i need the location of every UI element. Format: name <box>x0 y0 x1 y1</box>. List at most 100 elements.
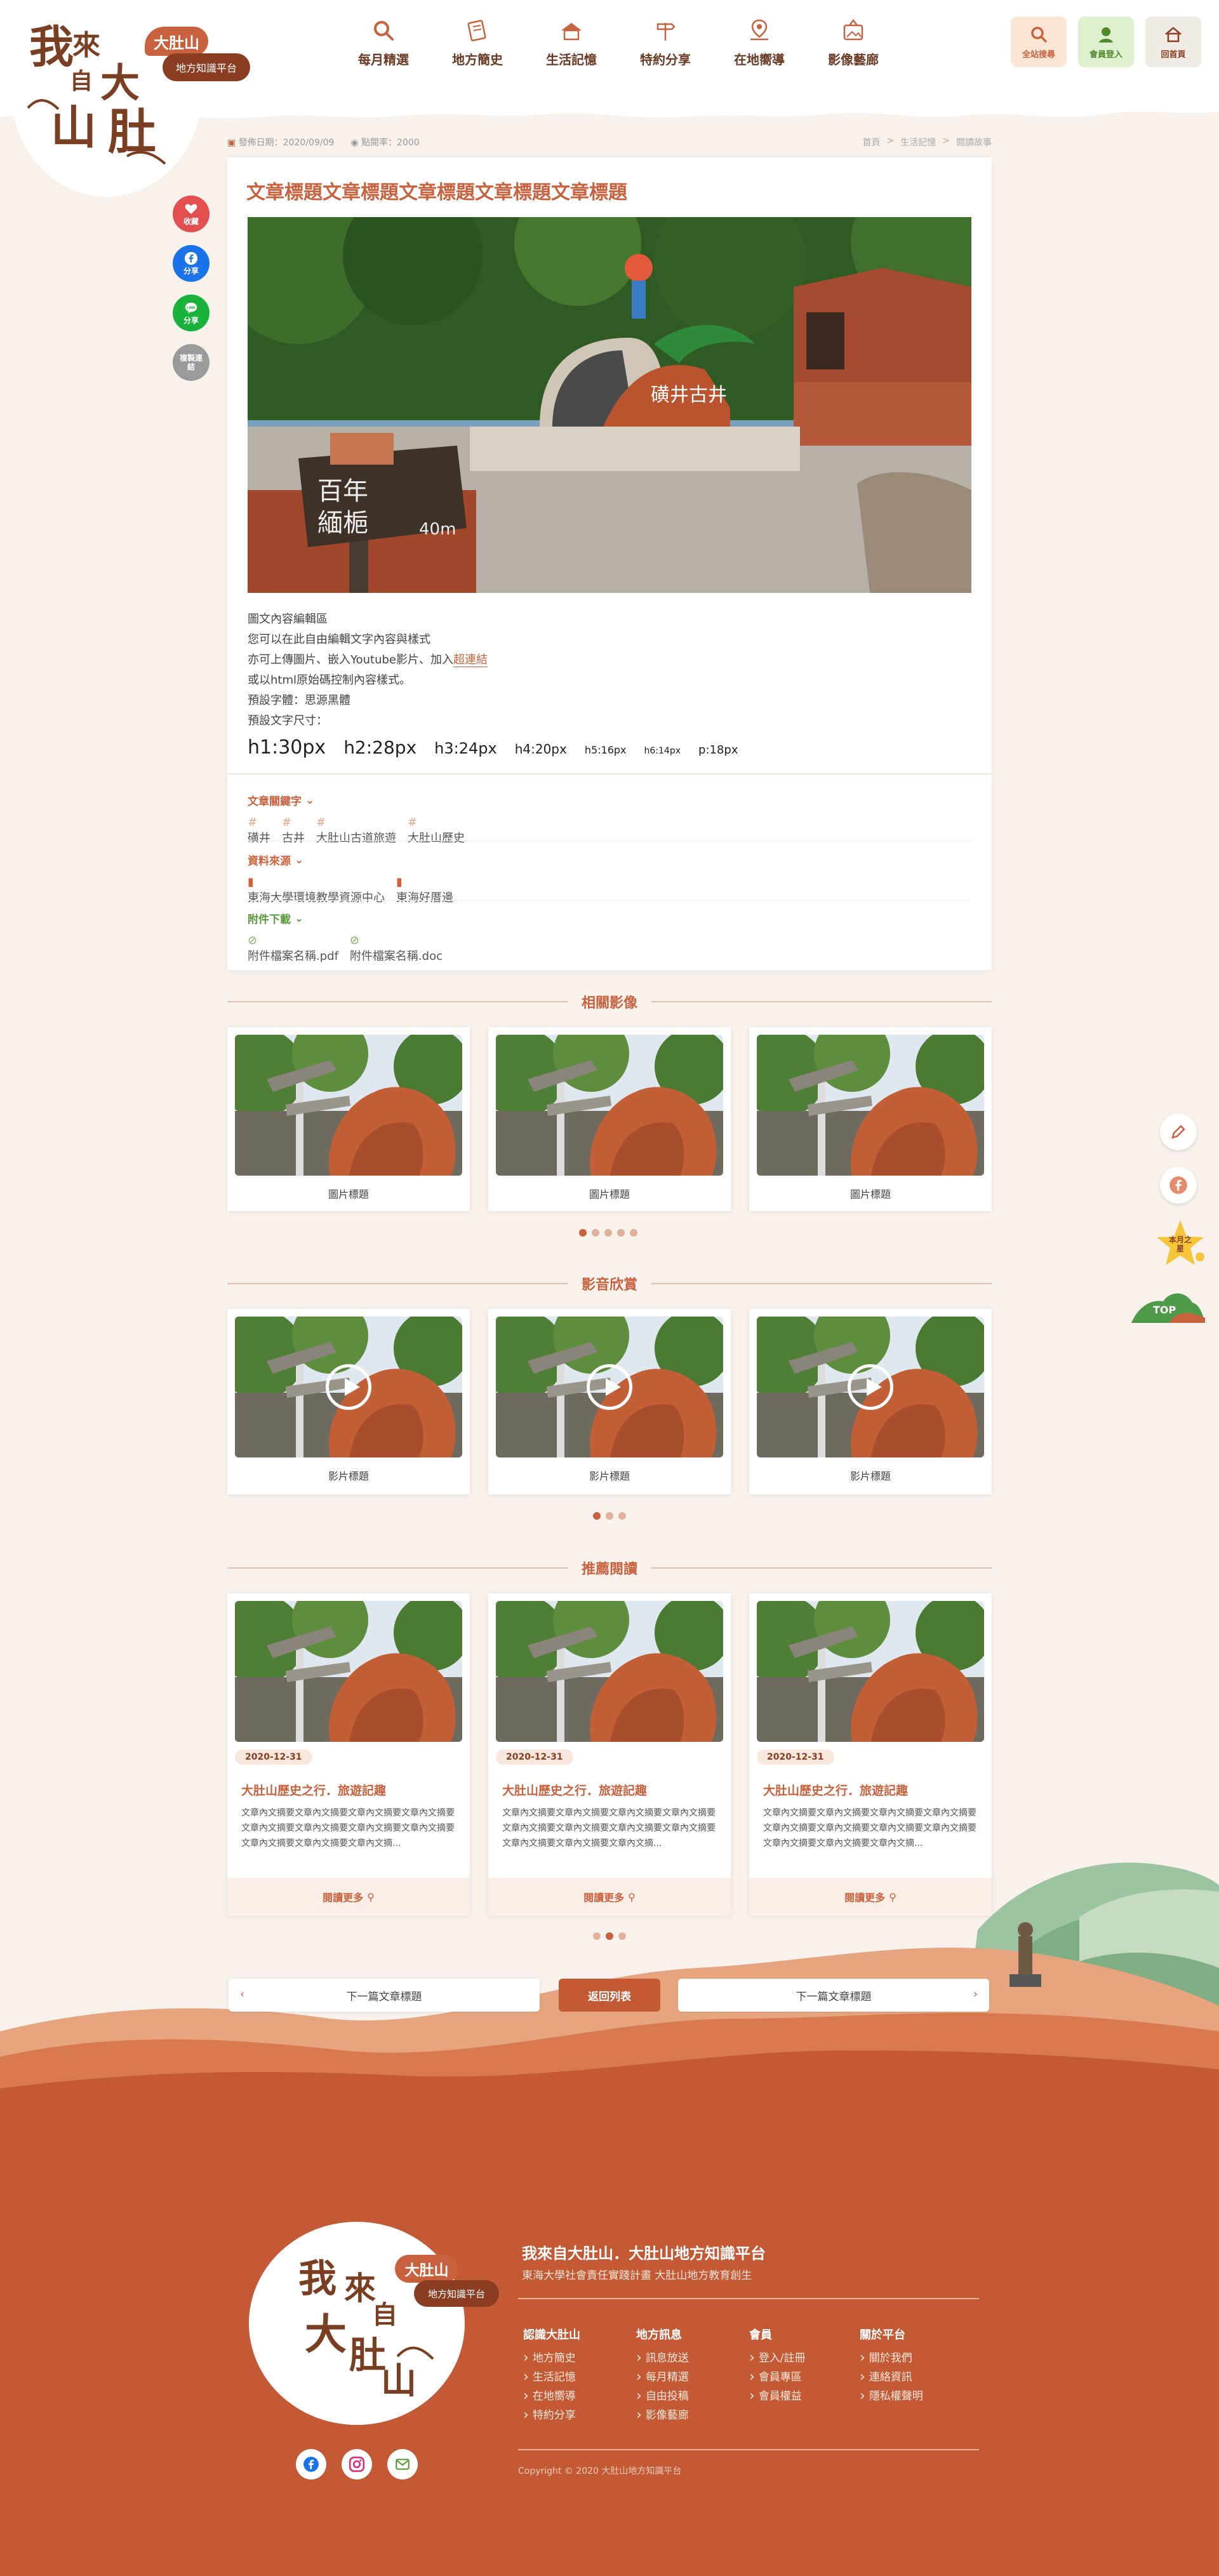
play-icon[interactable] <box>587 1364 632 1410</box>
copy-link-button[interactable]: 複製連結 <box>173 344 210 381</box>
logo-badge-platform: 地方知識平台 <box>163 53 250 81</box>
footer-link[interactable]: 每月精選 <box>636 2368 689 2387</box>
footer-subtitle: 東海大學社會責任實踐計畫 大肚山地方教育創生 <box>522 2269 752 2282</box>
back-to-list-button[interactable]: 返回列表 <box>559 1979 660 2012</box>
play-icon[interactable] <box>326 1364 371 1410</box>
footer-link[interactable]: 訊息放送 <box>636 2349 689 2368</box>
attachments-section: 附件下載 ⌄ ⊘ 附件檔案名稱.pdf ⊘ 附件檔案名稱.doc <box>248 910 443 964</box>
heart-icon <box>185 204 197 214</box>
site-footer <box>0 2095 1219 2576</box>
home-icon <box>1165 26 1182 42</box>
footer-link[interactable]: 特約分享 <box>523 2406 580 2425</box>
chevron-down-icon: ⌄ <box>295 912 304 925</box>
related-image-card[interactable]: 圖片標題 <box>488 1027 731 1211</box>
line-share-button[interactable]: LINE 分享 <box>173 295 210 331</box>
monthly-star-button[interactable]: 本月之星 <box>1153 1216 1208 1271</box>
pagination-dot[interactable] <box>579 1229 587 1237</box>
footer-link[interactable]: 隱私權聲明 <box>860 2387 923 2406</box>
attachment-link[interactable]: ⊘ 附件檔案名稱.doc <box>350 934 443 964</box>
facebook-share-button[interactable]: 分享 <box>173 245 210 282</box>
footer-title: 我來自大肚山．大肚山地方知識平台 <box>522 2245 766 2262</box>
hash-icon: # <box>316 816 326 829</box>
prev-article-button[interactable]: ‹ 下一篇文章標題 <box>229 1979 540 2012</box>
footer-link[interactable]: 地方簡史 <box>523 2349 580 2368</box>
footer-link[interactable]: 自由投稿 <box>636 2387 689 2406</box>
book-icon: ▮ <box>396 875 403 889</box>
card-photo <box>235 1601 462 1742</box>
videos-pagination <box>593 1512 626 1520</box>
h3-sample: h3:24px <box>434 740 497 757</box>
post-title: 大肚山歷史之行．旅遊記趣 <box>241 1784 387 1798</box>
pagination-dot[interactable] <box>630 1229 637 1237</box>
copyright: Copyright © 2020 大肚山地方知識平台 <box>518 2466 682 2476</box>
footer-link[interactable]: 會員專區 <box>749 2368 806 2387</box>
sources-heading[interactable]: 資料來源 ⌄ <box>248 852 453 868</box>
related-images-heading: 相關影像 <box>227 989 992 1014</box>
sources-section: 資料來源 ⌄ ▮ 東海大學環境教學資源中心 ▮ 東海好厝邊 <box>248 852 453 905</box>
breadcrumb-home[interactable]: 首頁 <box>863 136 881 149</box>
hyperlink[interactable]: 超連結 <box>453 653 488 667</box>
back-to-top-button[interactable]: TOP <box>1131 1282 1205 1325</box>
line-share-label: 分享 <box>183 315 199 325</box>
card-photo <box>235 1035 462 1176</box>
footer-link[interactable]: 登入/註冊 <box>749 2349 806 2368</box>
footer-column-heading: 認識大肚山 <box>523 2328 580 2342</box>
video-card[interactable]: 影片標題 <box>227 1309 470 1494</box>
keyword-text: 大肚山古道旅遊 <box>316 832 396 845</box>
footer-email-button[interactable] <box>387 2449 418 2480</box>
next-article-button[interactable]: 下一篇文章標題 › <box>678 1979 989 2012</box>
nav-item-monthly[interactable]: 每月精選 <box>336 18 430 68</box>
pagination-dot[interactable] <box>617 1229 625 1237</box>
nav-item-gallery[interactable]: 影像藝廊 <box>806 18 900 68</box>
footer-link[interactable]: 會員權益 <box>749 2387 806 2406</box>
nav-label: 生活記憶 <box>546 52 597 67</box>
footer-badge-dadushan: 大肚山 <box>395 2255 458 2283</box>
footer-facebook-button[interactable] <box>296 2449 326 2480</box>
nav-item-memory[interactable]: 生活記憶 <box>524 18 618 68</box>
card-caption: 影片標題 <box>589 1470 630 1482</box>
member-login-button[interactable]: 會員登入 <box>1078 17 1134 67</box>
main-nav: 每月精選 地方簡史 生活記憶 特約分享 在地嚮導 影像藝廊 <box>336 18 900 68</box>
card-caption: 圖片標題 <box>328 1188 369 1200</box>
nav-item-history[interactable]: 地方簡史 <box>430 18 524 68</box>
publish-date: ▣ 發佈日期：2020/09/09 <box>227 136 334 149</box>
attachment-name: 附件檔案名稱.pdf <box>248 950 338 963</box>
footer-link[interactable]: 影像藝廊 <box>636 2406 689 2425</box>
body-line: 或以html原始碼控制內容樣式。 <box>248 674 411 687</box>
pagination-dot[interactable] <box>606 1512 613 1520</box>
play-icon[interactable] <box>848 1364 893 1410</box>
footer-link[interactable]: 關於我們 <box>860 2349 923 2368</box>
attachment-link[interactable]: ⊘ 附件檔案名稱.pdf <box>248 934 338 964</box>
breadcrumb-category[interactable]: 生活記憶 <box>900 136 936 149</box>
video-card[interactable]: 影片標題 <box>488 1309 731 1494</box>
source-text: 東海好厝邊 <box>396 891 453 905</box>
pagination-dot[interactable] <box>593 1512 601 1520</box>
related-image-card[interactable]: 圖片標題 <box>749 1027 992 1211</box>
attachments-heading[interactable]: 附件下載 ⌄ <box>248 910 443 927</box>
video-card[interactable]: 影片標題 <box>749 1309 992 1494</box>
svg-text:山: 山 <box>381 2360 416 2400</box>
pagination-dot[interactable] <box>618 1512 626 1520</box>
footer-link[interactable]: 在地嚮導 <box>523 2387 580 2406</box>
article-body: 圖文內容編輯區 您可以在此自由編輯文字內容與樣式 亦可上傳圖片、嵌入Youtub… <box>248 609 488 731</box>
footer-instagram-button[interactable] <box>342 2449 372 2480</box>
related-image-card[interactable]: 圖片標題 <box>227 1027 470 1211</box>
favorite-button[interactable]: 收藏 <box>173 196 210 232</box>
pagination-dot[interactable] <box>604 1229 612 1237</box>
write-post-button[interactable] <box>1160 1113 1197 1150</box>
home-button[interactable]: 回首頁 <box>1145 17 1201 67</box>
scroll-icon <box>467 20 486 42</box>
facebook-page-button[interactable] <box>1160 1167 1197 1204</box>
pagination-dot[interactable] <box>592 1229 599 1237</box>
facebook-icon <box>1169 1176 1187 1194</box>
footer-link[interactable]: 連絡資訊 <box>860 2368 923 2387</box>
nav-item-share[interactable]: 特約分享 <box>618 18 712 68</box>
nav-item-guide[interactable]: 在地嚮導 <box>712 18 806 68</box>
keywords-heading[interactable]: 文章關鍵字 ⌄ <box>248 792 465 809</box>
site-search-button[interactable]: 全站搜尋 <box>1011 17 1067 67</box>
facebook-share-label: 分享 <box>183 266 199 276</box>
related-images-pagination <box>579 1229 637 1237</box>
card-caption: 圖片標題 <box>589 1188 630 1200</box>
footer-link[interactable]: 生活記憶 <box>523 2368 580 2387</box>
footer-column-local-news: 地方訊息 訊息放送 每月精選 自由投稿 影像藝廊 <box>636 2326 689 2425</box>
